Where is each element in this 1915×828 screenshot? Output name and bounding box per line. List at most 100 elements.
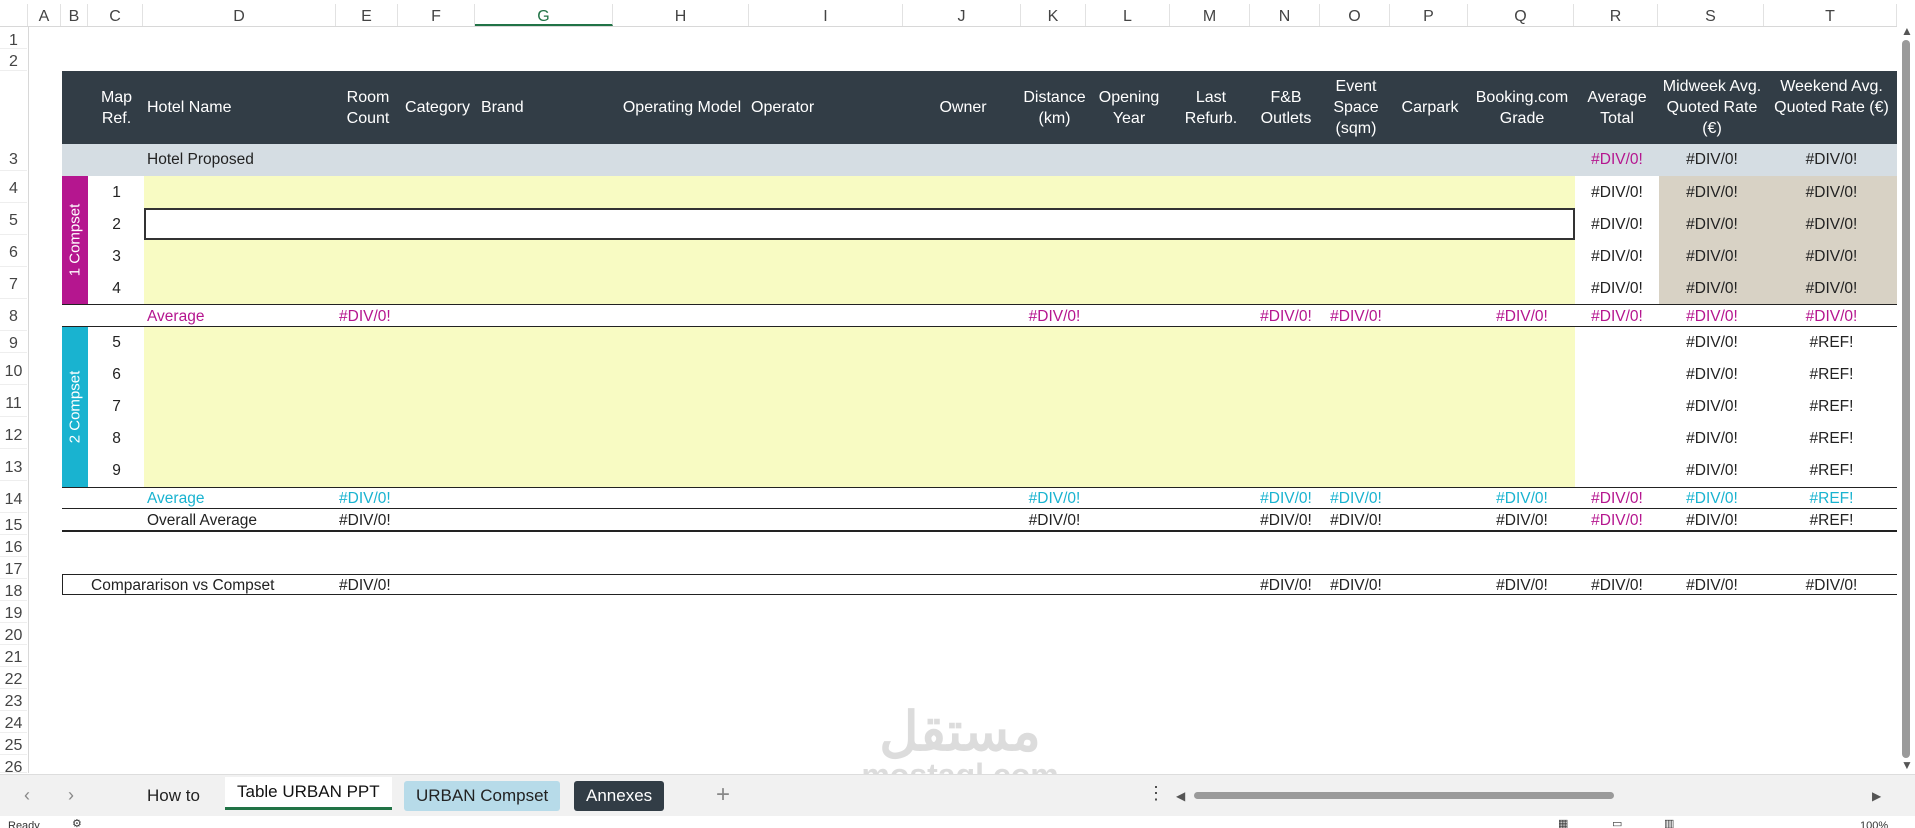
cell-value[interactable]: #DIV/0! — [1659, 280, 1765, 298]
row-header[interactable]: 14 — [0, 481, 27, 513]
map-ref[interactable]: 7 — [89, 398, 144, 416]
hotel-proposed-label[interactable]: Hotel Proposed — [147, 151, 254, 169]
row-header[interactable]: 9 — [0, 331, 27, 353]
cell-value[interactable]: #DIV/0! — [1659, 577, 1765, 595]
row-header[interactable]: 11 — [0, 385, 27, 417]
horizontal-scroll-thumb[interactable] — [1194, 792, 1614, 799]
cell-value[interactable]: #DIV/0! — [1659, 184, 1765, 202]
cell-value[interactable]: #REF! — [1765, 490, 1898, 508]
scroll-left-icon[interactable]: ◀ — [1176, 789, 1185, 803]
row-header[interactable]: 4 — [0, 171, 27, 203]
cell-value[interactable]: #DIV/0! — [1022, 512, 1087, 530]
horizontal-scrollbar[interactable]: ◀ ▶ — [1172, 785, 1888, 805]
cell-value[interactable]: #REF! — [1765, 430, 1898, 448]
cell-value[interactable]: #DIV/0! — [339, 490, 391, 508]
compset-2-input-area[interactable] — [144, 327, 1575, 487]
map-ref[interactable]: 9 — [89, 462, 144, 480]
map-ref[interactable]: 4 — [89, 280, 144, 298]
page-layout-icon[interactable]: ▭ — [1612, 817, 1622, 828]
cell-value[interactable]: #DIV/0! — [1659, 462, 1765, 480]
column-header[interactable]: D — [143, 4, 336, 26]
cell-value[interactable]: #DIV/0! — [1765, 248, 1898, 266]
row-header[interactable]: 24 — [0, 711, 27, 733]
cell-value[interactable]: #DIV/0! — [1575, 280, 1659, 298]
compset-1-input-area[interactable] — [144, 176, 1575, 304]
cell-value[interactable]: #REF! — [1765, 512, 1898, 530]
cell-value[interactable]: #DIV/0! — [1765, 151, 1898, 169]
row-header[interactable]: 3 — [0, 71, 27, 171]
cell-value[interactable]: #DIV/0! — [1575, 512, 1659, 530]
cell-value[interactable]: #DIV/0! — [1321, 512, 1391, 530]
cell-value[interactable]: #DIV/0! — [1251, 512, 1321, 530]
tab-scroll-right-icon[interactable]: › — [68, 785, 74, 806]
column-header[interactable]: F — [398, 4, 475, 26]
cell-value[interactable]: #DIV/0! — [1575, 216, 1659, 234]
scroll-right-icon[interactable]: ▶ — [1872, 789, 1881, 803]
tab-annexes[interactable]: Annexes — [574, 781, 665, 811]
column-header[interactable]: J — [903, 4, 1021, 26]
select-all-corner[interactable] — [0, 4, 28, 26]
map-ref[interactable]: 2 — [89, 216, 144, 234]
row-header[interactable]: 2 — [0, 49, 27, 71]
map-ref[interactable]: 6 — [89, 366, 144, 384]
selected-cell-range[interactable] — [144, 208, 1575, 240]
column-header[interactable]: O — [1320, 4, 1390, 26]
column-header[interactable]: G — [475, 4, 613, 26]
row-header[interactable]: 5 — [0, 203, 27, 235]
cell-value[interactable]: #DIV/0! — [1659, 430, 1765, 448]
cell-value[interactable]: #DIV/0! — [1659, 308, 1765, 326]
cell-value[interactable]: #DIV/0! — [1022, 490, 1087, 508]
cell-value[interactable]: #DIV/0! — [1469, 490, 1575, 508]
more-options-icon[interactable]: ⋮ — [1147, 783, 1165, 804]
cell-value[interactable]: #DIV/0! — [1659, 490, 1765, 508]
cell-value[interactable]: #DIV/0! — [1469, 308, 1575, 326]
row-header[interactable]: 19 — [0, 601, 27, 623]
cell-value[interactable]: #DIV/0! — [1321, 490, 1391, 508]
row-header[interactable]: 16 — [0, 535, 27, 557]
row-header[interactable]: 26 — [0, 755, 27, 776]
column-header[interactable]: M — [1170, 4, 1250, 26]
column-header[interactable]: I — [749, 4, 903, 26]
cell-value[interactable]: #DIV/0! — [1251, 308, 1321, 326]
normal-view-icon[interactable]: ▦ — [1558, 817, 1568, 828]
row-header[interactable]: 13 — [0, 449, 27, 481]
map-ref[interactable]: 8 — [89, 430, 144, 448]
cell-value[interactable]: #DIV/0! — [1765, 184, 1898, 202]
cell-value[interactable]: #DIV/0! — [1575, 184, 1659, 202]
column-header[interactable]: R — [1574, 4, 1658, 26]
row-header[interactable]: 25 — [0, 733, 27, 755]
cell-value[interactable]: #DIV/0! — [339, 577, 391, 595]
cell-value[interactable]: #REF! — [1765, 462, 1898, 480]
cell-value[interactable]: #DIV/0! — [1575, 490, 1659, 508]
vertical-scroll-thumb[interactable] — [1902, 40, 1910, 758]
cell-value[interactable]: #DIV/0! — [1659, 334, 1765, 352]
tab-urban-compset[interactable]: URBAN Compset — [404, 781, 561, 811]
column-header[interactable]: K — [1021, 4, 1086, 26]
vertical-scrollbar[interactable]: ▲ ▼ — [1897, 22, 1915, 774]
cell-value[interactable]: #REF! — [1765, 398, 1898, 416]
row-header[interactable]: 15 — [0, 513, 27, 535]
cell-value[interactable]: #DIV/0! — [339, 308, 391, 326]
scroll-down-icon[interactable]: ▼ — [1901, 758, 1913, 772]
cell-value[interactable]: #DIV/0! — [1765, 308, 1898, 326]
compset-1-average-label[interactable]: Average — [147, 308, 204, 326]
column-header[interactable]: H — [613, 4, 749, 26]
column-header[interactable]: E — [336, 4, 398, 26]
column-header[interactable]: T — [1764, 4, 1897, 26]
map-ref[interactable]: 5 — [89, 334, 144, 352]
comparison-label[interactable]: Compararison vs Compset — [91, 577, 274, 595]
row-header[interactable]: 10 — [0, 353, 27, 385]
column-header[interactable]: C — [88, 4, 143, 26]
column-header[interactable]: Q — [1468, 4, 1574, 26]
row-header[interactable]: 18 — [0, 579, 27, 601]
row-header[interactable]: 7 — [0, 267, 27, 299]
tab-scroll-left-icon[interactable]: ‹ — [24, 785, 30, 806]
cell-value[interactable]: #DIV/0! — [1765, 577, 1898, 595]
cell-value[interactable]: #DIV/0! — [1575, 308, 1659, 326]
zoom-level[interactable]: 100% — [1860, 820, 1888, 828]
map-ref[interactable]: 1 — [89, 184, 144, 202]
tab-how-to[interactable]: How to — [135, 781, 212, 811]
row-header[interactable]: 22 — [0, 667, 27, 689]
cell-value[interactable]: #DIV/0! — [1765, 280, 1898, 298]
cell-value[interactable]: #DIV/0! — [1575, 248, 1659, 266]
